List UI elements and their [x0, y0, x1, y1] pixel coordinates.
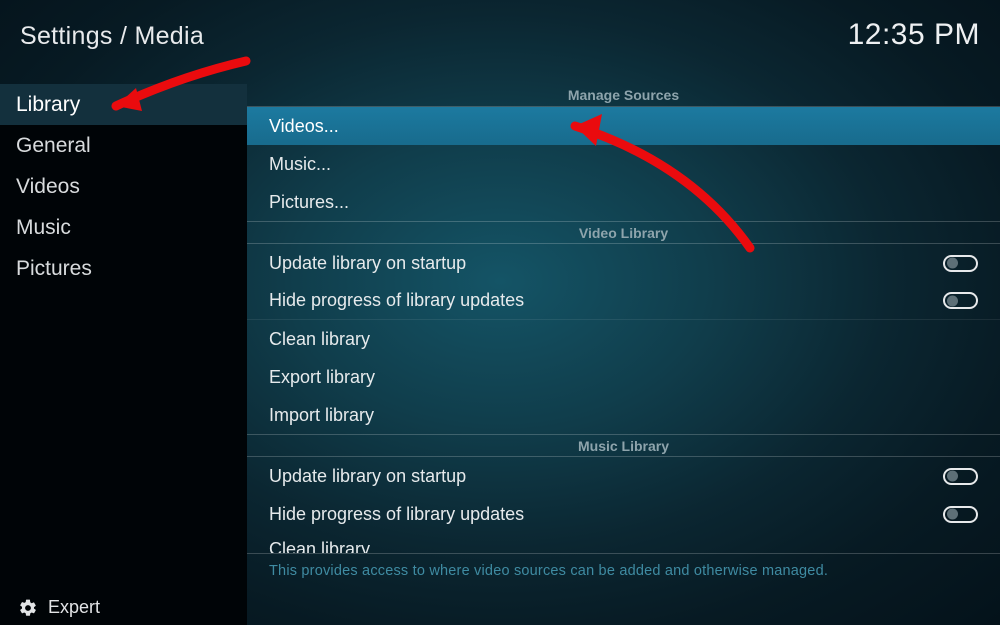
- manage-sources-videos[interactable]: Videos...: [247, 107, 1000, 145]
- section-header-music-library: Music Library: [247, 434, 1000, 457]
- content: Manage Sources Videos... Music... Pictur…: [247, 84, 1000, 625]
- row-label: Clean library: [269, 329, 978, 350]
- sidebar-item-label: Music: [16, 216, 71, 240]
- breadcrumb: Settings / Media: [20, 22, 204, 51]
- row-label: Export library: [269, 367, 978, 388]
- row-label: Update library on startup: [269, 466, 943, 487]
- music-update-on-startup[interactable]: Update library on startup: [247, 457, 1000, 495]
- sidebar-item-music[interactable]: Music: [0, 207, 247, 248]
- video-export-library[interactable]: Export library: [247, 358, 1000, 396]
- video-update-on-startup[interactable]: Update library on startup: [247, 244, 1000, 282]
- manage-sources-music[interactable]: Music...: [247, 145, 1000, 183]
- music-clean-library[interactable]: Clean library: [247, 533, 1000, 553]
- sidebar-item-label: Videos: [16, 175, 80, 199]
- sidebar-item-label: Library: [16, 93, 80, 117]
- video-import-library[interactable]: Import library: [247, 396, 1000, 434]
- sidebar-item-general[interactable]: General: [0, 125, 247, 166]
- sidebar-item-label: General: [16, 134, 91, 158]
- row-label: Music...: [269, 154, 978, 175]
- sidebar-item-label: Pictures: [16, 257, 92, 281]
- music-hide-progress[interactable]: Hide progress of library updates: [247, 495, 1000, 533]
- settings-level-button[interactable]: Expert: [0, 583, 247, 625]
- clock: 12:35 PM: [848, 18, 980, 52]
- video-hide-progress[interactable]: Hide progress of library updates: [247, 282, 1000, 320]
- sidebar: Library General Videos Music Pictures Ex…: [0, 84, 247, 625]
- section-header-manage-sources: Manage Sources: [247, 84, 1000, 107]
- sidebar-item-library[interactable]: Library: [0, 84, 247, 125]
- gear-icon: [18, 598, 38, 618]
- toggle-off-icon[interactable]: [943, 292, 978, 309]
- row-label: Import library: [269, 405, 978, 426]
- toggle-off-icon[interactable]: [943, 468, 978, 485]
- row-label: Hide progress of library updates: [269, 504, 943, 525]
- row-label: Pictures...: [269, 192, 978, 213]
- toggle-off-icon[interactable]: [943, 255, 978, 272]
- sidebar-item-videos[interactable]: Videos: [0, 166, 247, 207]
- sidebar-item-pictures[interactable]: Pictures: [0, 248, 247, 289]
- row-label: Update library on startup: [269, 253, 943, 274]
- footer-hint: This provides access to where video sour…: [247, 553, 1000, 593]
- header: Settings / Media 12:35 PM: [0, 0, 1000, 84]
- manage-sources-pictures[interactable]: Pictures...: [247, 183, 1000, 221]
- toggle-off-icon[interactable]: [943, 506, 978, 523]
- row-label: Hide progress of library updates: [269, 290, 943, 311]
- section-header-video-library: Video Library: [247, 221, 1000, 244]
- row-label: Videos...: [269, 116, 978, 137]
- row-label: Clean library: [269, 539, 978, 553]
- settings-level-label: Expert: [48, 597, 100, 618]
- video-clean-library[interactable]: Clean library: [247, 320, 1000, 358]
